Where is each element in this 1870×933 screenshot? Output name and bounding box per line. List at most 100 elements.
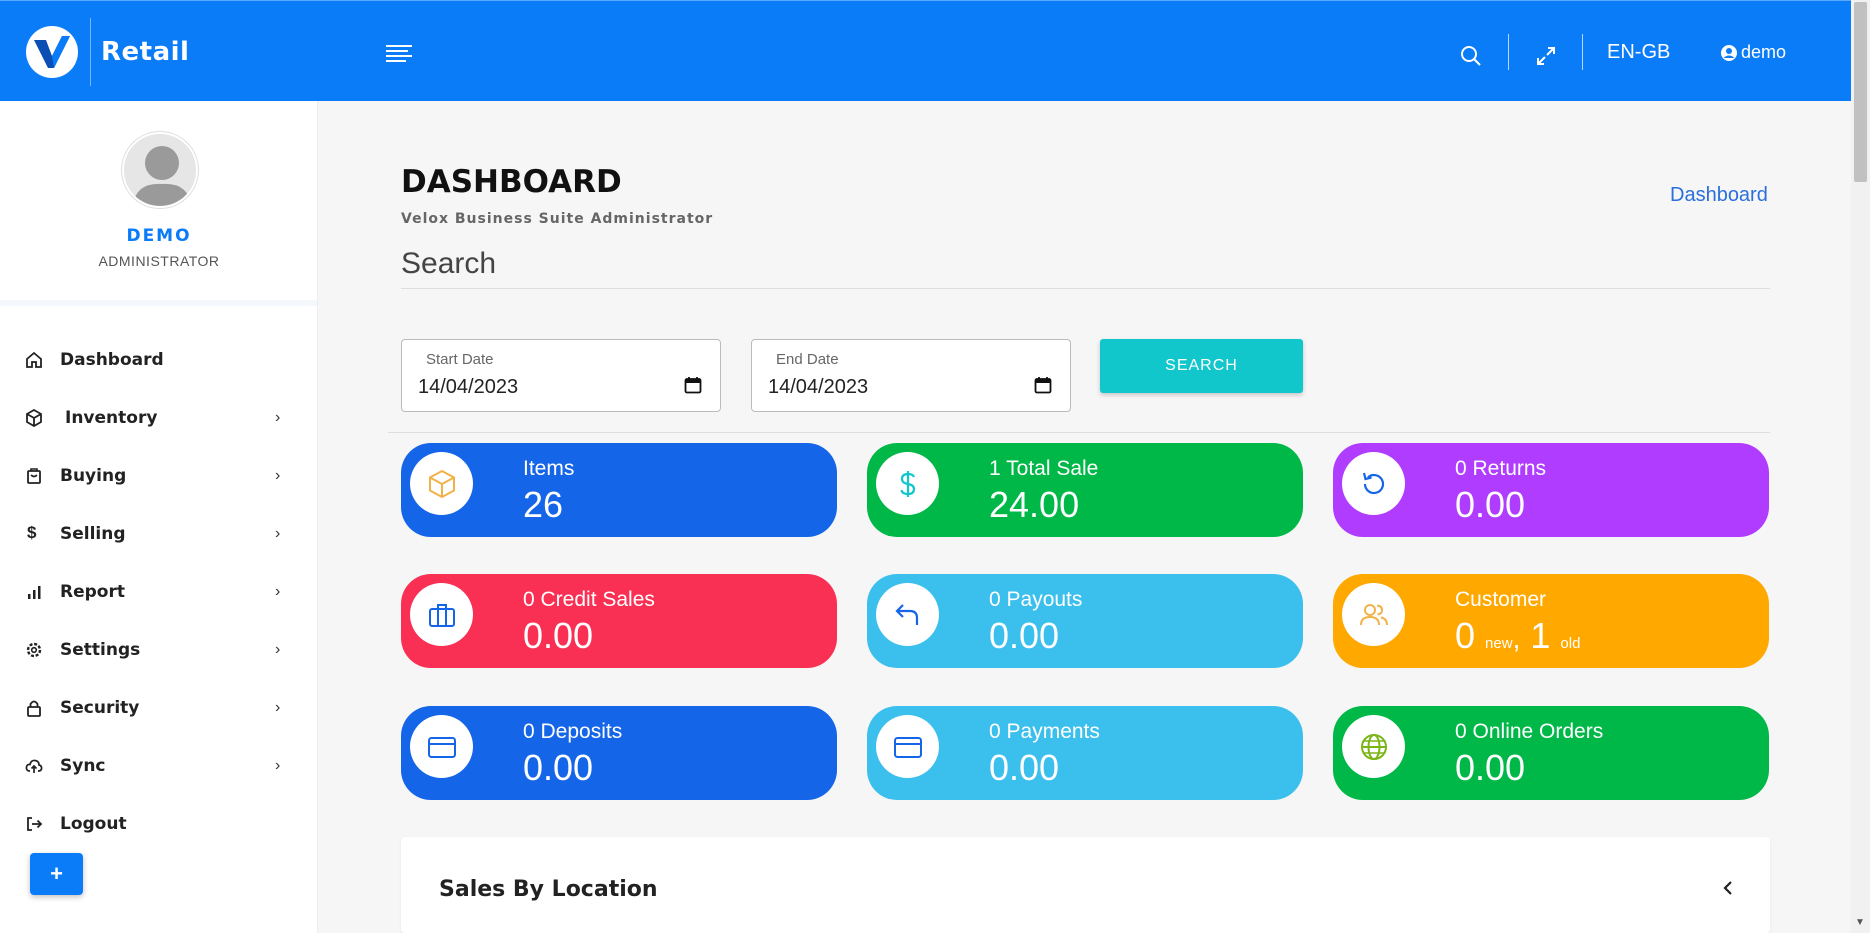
add-button[interactable]: + [30, 853, 83, 895]
globe-icon [1361, 734, 1387, 760]
sales-by-location-panel: Sales By Location [401, 837, 1770, 933]
sidebar-item-security[interactable]: Security › [0, 679, 318, 737]
menu-toggle-icon[interactable] [386, 45, 414, 65]
card-value: 26 [523, 484, 564, 525]
chevron-right-icon: › [275, 467, 281, 484]
card-value: 0 new, 1 old [1455, 615, 1580, 657]
scrollbar[interactable]: ▼ [1851, 0, 1870, 933]
card-title: 0 Credit Sales [523, 588, 655, 611]
sidebar-item-label: Logout [60, 814, 127, 834]
card-value: 24.00 [989, 484, 1080, 525]
sidebar-item-logout[interactable]: Logout [0, 795, 318, 853]
divider [388, 432, 1770, 433]
page-subtitle: Velox Business Suite Administrator [401, 211, 714, 227]
start-date-field[interactable]: Start Date 14/04/2023 [401, 339, 721, 412]
customer-new-label: new [1485, 635, 1513, 652]
sidebar-item-sync[interactable]: Sync › [0, 737, 318, 795]
logout-icon [27, 817, 43, 831]
cloud-upload-icon [25, 759, 43, 773]
scrollbar-thumb[interactable] [1854, 2, 1867, 182]
card-title: 1 Total Sale [989, 457, 1099, 480]
search-icon[interactable] [1460, 45, 1482, 72]
brand-divider [90, 18, 91, 86]
refresh-icon [1362, 472, 1385, 495]
card-total-sale[interactable]: 1 Total Sale 24.00 [867, 443, 1303, 537]
sidebar-item-dashboard[interactable]: Dashboard [0, 331, 318, 389]
profile-section: DEMO ADMINISTRATOR [0, 101, 317, 306]
card-payments[interactable]: 0 Payments 0.00 [867, 706, 1303, 800]
card-items[interactable]: Items 26 [401, 443, 837, 537]
sidebar-item-label: Inventory [65, 408, 158, 428]
card-title: 0 Payments [989, 720, 1100, 743]
customer-separator: , [1512, 623, 1521, 654]
top-bar: Retail EN-GB demo [0, 0, 1851, 101]
card-payouts[interactable]: 0 Payouts 0.00 [867, 574, 1303, 668]
users-icon [1360, 604, 1388, 626]
sidebar-item-label: Settings [60, 640, 141, 660]
end-date-field[interactable]: End Date 14/04/2023 [751, 339, 1071, 412]
user-name: demo [1741, 42, 1787, 62]
card-value: 0.00 [1455, 484, 1526, 525]
search-heading: Search [401, 247, 1770, 289]
card-title: Items [523, 457, 575, 480]
box-icon [26, 409, 42, 427]
sidebar-item-label: Dashboard [60, 350, 164, 370]
search-button[interactable]: SEARCH [1100, 339, 1303, 393]
card-value: 0.00 [989, 747, 1060, 788]
bag-icon [27, 468, 41, 484]
card-deposits[interactable]: 0 Deposits 0.00 [401, 706, 837, 800]
card-title: 0 Returns [1455, 457, 1547, 480]
user-menu[interactable]: demo [1720, 42, 1786, 63]
sidebar-item-label: Security [60, 698, 140, 718]
chevron-right-icon: › [275, 699, 281, 716]
sidebar: DEMO ADMINISTRATOR Dashboard Inventory ›… [0, 101, 318, 933]
user-circle-icon [1721, 44, 1737, 61]
card-customer[interactable]: Customer 0 new, 1 old [1333, 574, 1769, 668]
briefcase-icon [429, 604, 455, 627]
home-icon [26, 351, 42, 368]
chevron-right-icon: › [275, 583, 281, 600]
start-date-value: 14/04/2023 [418, 376, 519, 398]
sidebar-item-selling[interactable]: $ Selling › [0, 505, 318, 563]
sidebar-item-label: Sync [60, 756, 106, 776]
customer-old-count: 1 [1530, 615, 1551, 656]
panel-title: Sales By Location [439, 877, 658, 902]
card-value: 0.00 [1455, 747, 1526, 788]
credit-card-icon [428, 737, 456, 758]
page-title: DASHBOARD [401, 164, 622, 200]
sidebar-item-label: Report [60, 582, 125, 602]
brand-name: Retail [101, 37, 190, 67]
card-title: 0 Online Orders [1455, 720, 1604, 743]
breadcrumb[interactable]: Dashboard [1670, 184, 1768, 207]
avatar[interactable] [122, 132, 198, 208]
card-online-orders[interactable]: 0 Online Orders 0.00 [1333, 706, 1769, 800]
calendar-icon[interactable] [1034, 376, 1052, 394]
chevron-right-icon: › [275, 409, 281, 426]
sidebar-item-inventory[interactable]: Inventory › [0, 389, 318, 447]
reply-icon [895, 604, 919, 625]
chevron-right-icon: › [275, 757, 281, 774]
sidebar-item-settings[interactable]: Settings › [0, 621, 318, 679]
card-title: 0 Payouts [989, 588, 1083, 611]
card-returns[interactable]: 0 Returns 0.00 [1333, 443, 1769, 537]
chevron-right-icon: › [275, 525, 281, 542]
fullscreen-icon[interactable] [1535, 45, 1557, 72]
scroll-down-icon[interactable]: ▼ [1855, 917, 1865, 928]
profile-role: ADMINISTRATOR [98, 253, 220, 269]
card-value: 0.00 [989, 615, 1060, 656]
sidebar-item-label: Selling [60, 524, 126, 544]
language-selector[interactable]: EN-GB [1607, 41, 1670, 64]
profile-name: DEMO [126, 226, 192, 246]
calendar-icon[interactable] [684, 376, 702, 394]
end-date-value: 14/04/2023 [768, 376, 869, 398]
bar-chart-icon [28, 586, 41, 599]
card-title: Customer [1455, 588, 1547, 611]
sidebar-item-buying[interactable]: Buying › [0, 447, 318, 505]
header-divider [1582, 34, 1583, 70]
sidebar-item-report[interactable]: Report › [0, 563, 318, 621]
customer-old-label: old [1560, 635, 1581, 652]
card-credit-sales[interactable]: 0 Credit Sales 0.00 [401, 574, 837, 668]
chevron-left-icon[interactable] [1721, 880, 1735, 896]
credit-card-icon [894, 737, 922, 758]
brand[interactable]: Retail [26, 18, 189, 86]
